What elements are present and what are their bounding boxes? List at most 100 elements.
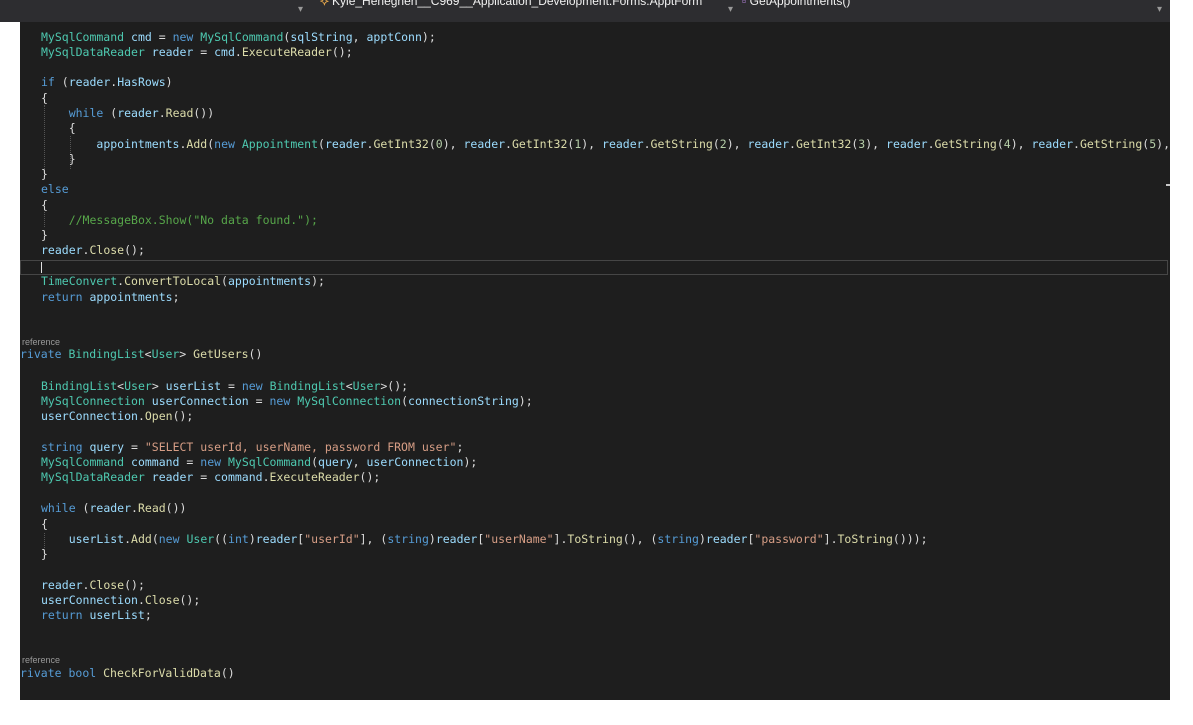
code-token: BindingList	[68, 347, 145, 361]
code-line[interactable]: userConnection.Close();	[41, 593, 200, 608]
horizontal-scrollbar[interactable]	[0, 700, 1193, 725]
code-token: userConnection	[144, 394, 249, 408]
code-line[interactable]: MySqlDataReader reader = command.Execute…	[41, 470, 380, 485]
chevron-down-icon[interactable]: ▾	[728, 4, 733, 15]
code-token: MySqlConnection	[41, 394, 145, 408]
code-token: .	[234, 45, 242, 59]
code-line[interactable]: return userList;	[41, 608, 152, 623]
method-icon: ▫	[742, 0, 747, 8]
current-line-highlight	[20, 260, 1168, 275]
project-dropdown[interactable]: ⯎ Kyle_Heneghen__C969__Application_Devel…	[320, 0, 702, 9]
code-token: reader	[41, 243, 83, 257]
code-token: .	[131, 501, 138, 515]
code-line[interactable]: while (reader.Read())	[41, 501, 186, 516]
code-line[interactable]: TimeConvert.ConvertToLocal(appointments)…	[41, 274, 325, 289]
code-token: (	[996, 137, 1004, 151]
code-line[interactable]: if (reader.HasRows)	[41, 75, 173, 90]
code-token: sqlString	[290, 30, 353, 44]
code-line[interactable]: else	[41, 182, 69, 197]
code-token: }	[41, 547, 48, 561]
code-token: MySqlCommand	[227, 455, 312, 469]
code-line[interactable]: userConnection.Open();	[41, 409, 193, 424]
code-token: string	[657, 532, 699, 546]
code-token: rivate	[20, 347, 62, 361]
code-token: .	[643, 137, 651, 151]
code-token: new	[214, 137, 235, 151]
code-line[interactable]: {	[41, 517, 48, 532]
code-token: ())	[165, 501, 187, 515]
code-token: (	[151, 532, 159, 546]
code-line[interactable]: BindingList<User> userList = new Binding…	[41, 379, 408, 394]
code-editor[interactable]: reference reference MySqlCommand cmd = n…	[20, 22, 1170, 700]
code-line[interactable]: rivate BindingList<User> GetUsers()	[20, 347, 262, 362]
code-token: ToString	[837, 532, 893, 546]
text-cursor	[41, 262, 42, 273]
code-line[interactable]: rivate bool CheckForValidData()	[20, 666, 235, 681]
code-token: 0	[435, 137, 443, 151]
code-line[interactable]: {	[41, 198, 48, 213]
code-line[interactable]: userList.Add(new User((int)reader["userI…	[41, 532, 928, 547]
code-lens-references[interactable]: reference	[22, 654, 60, 666]
code-line[interactable]: string query = "SELECT userId, userName,…	[41, 440, 463, 455]
code-token: =	[151, 30, 173, 44]
code-line[interactable]: appointments.Add(new Appointment(reader.…	[41, 137, 1170, 152]
code-token: );	[311, 274, 325, 288]
code-token: User	[124, 379, 152, 393]
code-line[interactable]: }	[41, 228, 48, 243]
code-token: .	[124, 532, 132, 546]
code-line[interactable]: reader.Close();	[41, 243, 145, 258]
code-line[interactable]: }	[41, 167, 48, 182]
vertical-scrollbar[interactable]	[1170, 22, 1193, 700]
code-token: new	[269, 394, 291, 408]
code-token: )	[165, 75, 173, 89]
code-line[interactable]: while (reader.Read())	[41, 106, 214, 121]
code-lens-label: reference	[22, 337, 61, 347]
code-token: reader	[68, 75, 111, 89]
code-token: (	[75, 501, 90, 515]
code-token: "userName"	[484, 532, 554, 546]
code-line[interactable]: {	[41, 91, 48, 106]
code-token: new	[158, 532, 180, 546]
code-token: )	[248, 532, 256, 546]
chevron-down-icon[interactable]: ▾	[1157, 4, 1162, 15]
code-token: Close	[144, 593, 180, 607]
code-line[interactable]: //MessageBox.Show("No data found.");	[41, 213, 318, 228]
code-token: ();	[331, 45, 353, 59]
member-dropdown[interactable]: ▫ GetAppointments()	[742, 0, 850, 8]
code-token: {	[41, 198, 48, 212]
code-token: {	[41, 91, 48, 105]
code-token: .	[137, 409, 145, 423]
code-line[interactable]: {	[41, 121, 76, 136]
code-line[interactable]: MySqlCommand cmd = new MySqlCommand(sqlS…	[41, 30, 436, 45]
code-token: reader	[1031, 137, 1074, 151]
code-token: reader	[144, 470, 194, 484]
code-token: ),	[581, 137, 603, 151]
code-token: (	[311, 455, 319, 469]
code-line[interactable]: return appointments;	[41, 290, 180, 305]
code-token: .	[505, 137, 512, 151]
code-token: HasRows	[117, 75, 166, 89]
code-token: }	[41, 228, 48, 242]
code-token: reader	[41, 578, 83, 592]
code-token: .	[158, 106, 166, 120]
code-line[interactable]: reader.Close();	[41, 578, 145, 593]
code-token: >	[151, 379, 166, 393]
code-token: BindingList	[269, 379, 346, 393]
code-line[interactable]: MySqlCommand command = new MySqlCommand(…	[41, 455, 477, 470]
code-line[interactable]: }	[41, 152, 76, 167]
code-line[interactable]: MySqlDataReader reader = cmd.ExecuteRead…	[41, 45, 353, 60]
code-token: ConvertToLocal	[124, 274, 222, 288]
code-line[interactable]: }	[41, 547, 48, 562]
code-token: reader	[463, 137, 506, 151]
code-line[interactable]: MySqlConnection userConnection = new MyS…	[41, 394, 533, 409]
code-token: int	[228, 532, 249, 546]
chevron-down-icon[interactable]: ▾	[298, 4, 303, 15]
code-token: TimeConvert	[41, 274, 118, 288]
code-token: cmd	[124, 30, 152, 44]
code-token: .	[927, 137, 935, 151]
code-token: ()	[248, 347, 263, 361]
code-token: .	[1073, 137, 1080, 151]
code-token: MySqlDataReader	[41, 470, 145, 484]
